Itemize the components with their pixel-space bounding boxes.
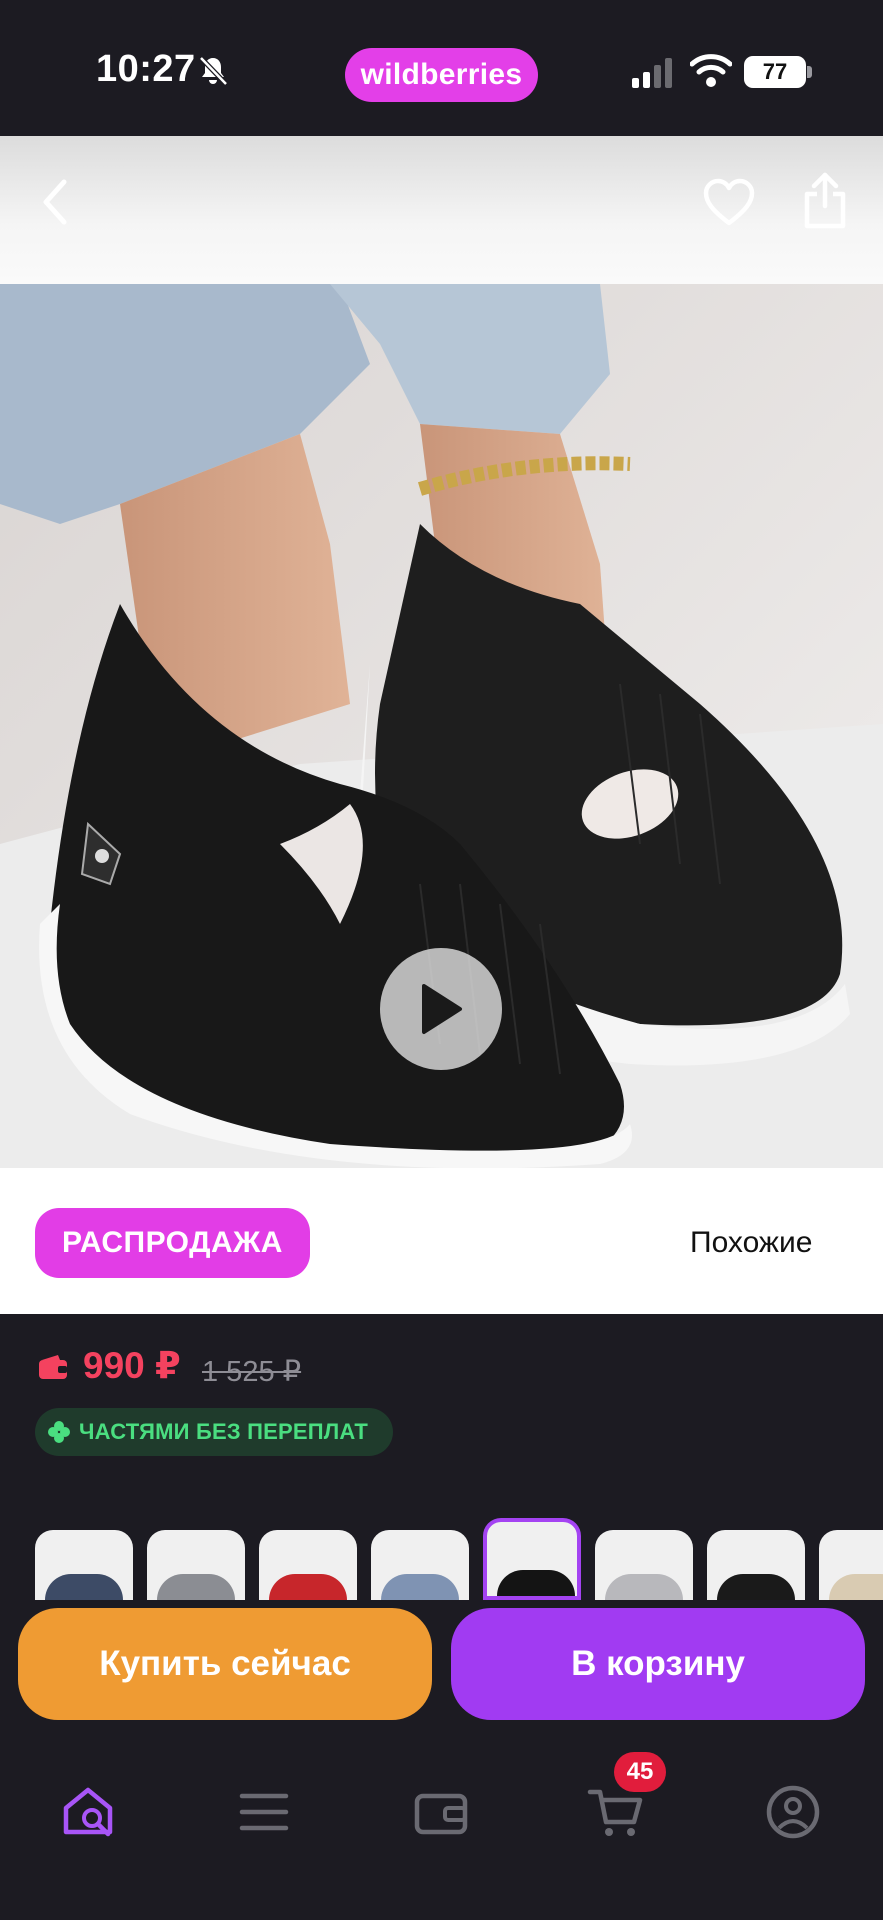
battery-cap [807,66,812,78]
color-variants-strip [0,1516,883,1600]
variant-shoe [157,1574,235,1600]
variant-shoe [605,1574,683,1600]
product-top-nav [0,136,883,284]
wifi-icon [690,54,732,87]
bell-slash-icon [199,56,228,86]
variant-thumbnail[interactable] [371,1530,469,1600]
sale-badge[interactable]: РАСПРОДАЖА [35,1208,310,1278]
variant-shoe [717,1574,795,1600]
add-to-cart-button[interactable]: В корзину [451,1608,865,1720]
home-search-icon[interactable] [58,1782,118,1842]
brand-logo: wildberries [345,48,538,102]
variant-shoe [381,1574,459,1600]
variant-thumbnail[interactable] [595,1530,693,1600]
product-photo[interactable] [0,284,883,1168]
variant-thumbnail[interactable] [483,1518,581,1600]
similar-products-link[interactable]: Похожие [690,1226,812,1260]
variant-thumbnail[interactable] [147,1530,245,1600]
variant-thumbnail[interactable] [35,1530,133,1600]
clover-icon [48,1421,70,1443]
variant-shoe [497,1570,575,1596]
back-chevron-icon[interactable] [36,172,76,232]
status-bar: 10:27 wildberries 77 [0,0,883,136]
installments-label: ЧАСТЯМИ БЕЗ ПЕРЕПЛАТ [79,1419,369,1444]
current-price: 990 ₽ [83,1345,181,1386]
share-icon[interactable] [800,170,850,230]
cart-count-badge: 45 [614,1752,666,1792]
old-price: 1 525 ₽ [202,1356,302,1388]
installments-badge[interactable]: ЧАСТЯМИ БЕЗ ПЕРЕПЛАТ [35,1408,393,1456]
status-time: 10:27 [96,48,196,90]
variant-shoe [269,1574,347,1600]
variant-thumbnail[interactable] [819,1530,883,1600]
heart-icon[interactable] [702,176,756,230]
variant-thumbnail[interactable] [259,1530,357,1600]
signal-icon [632,58,672,88]
bottom-tab-bar [0,1740,883,1920]
buy-now-button[interactable]: Купить сейчас [18,1608,432,1720]
wallet-tab-icon[interactable] [411,1782,471,1842]
sale-row: РАСПРОДАЖА Похожие [0,1168,883,1314]
profile-icon[interactable] [763,1782,823,1842]
wallet-icon [39,1355,67,1379]
variant-shoe [45,1574,123,1600]
catalog-menu-icon[interactable] [234,1782,294,1842]
video-play-button[interactable] [380,948,502,1070]
play-icon [422,984,462,1034]
battery-icon: 77 [744,56,806,88]
variant-thumbnail[interactable] [707,1530,805,1600]
variant-shoe [829,1574,883,1600]
